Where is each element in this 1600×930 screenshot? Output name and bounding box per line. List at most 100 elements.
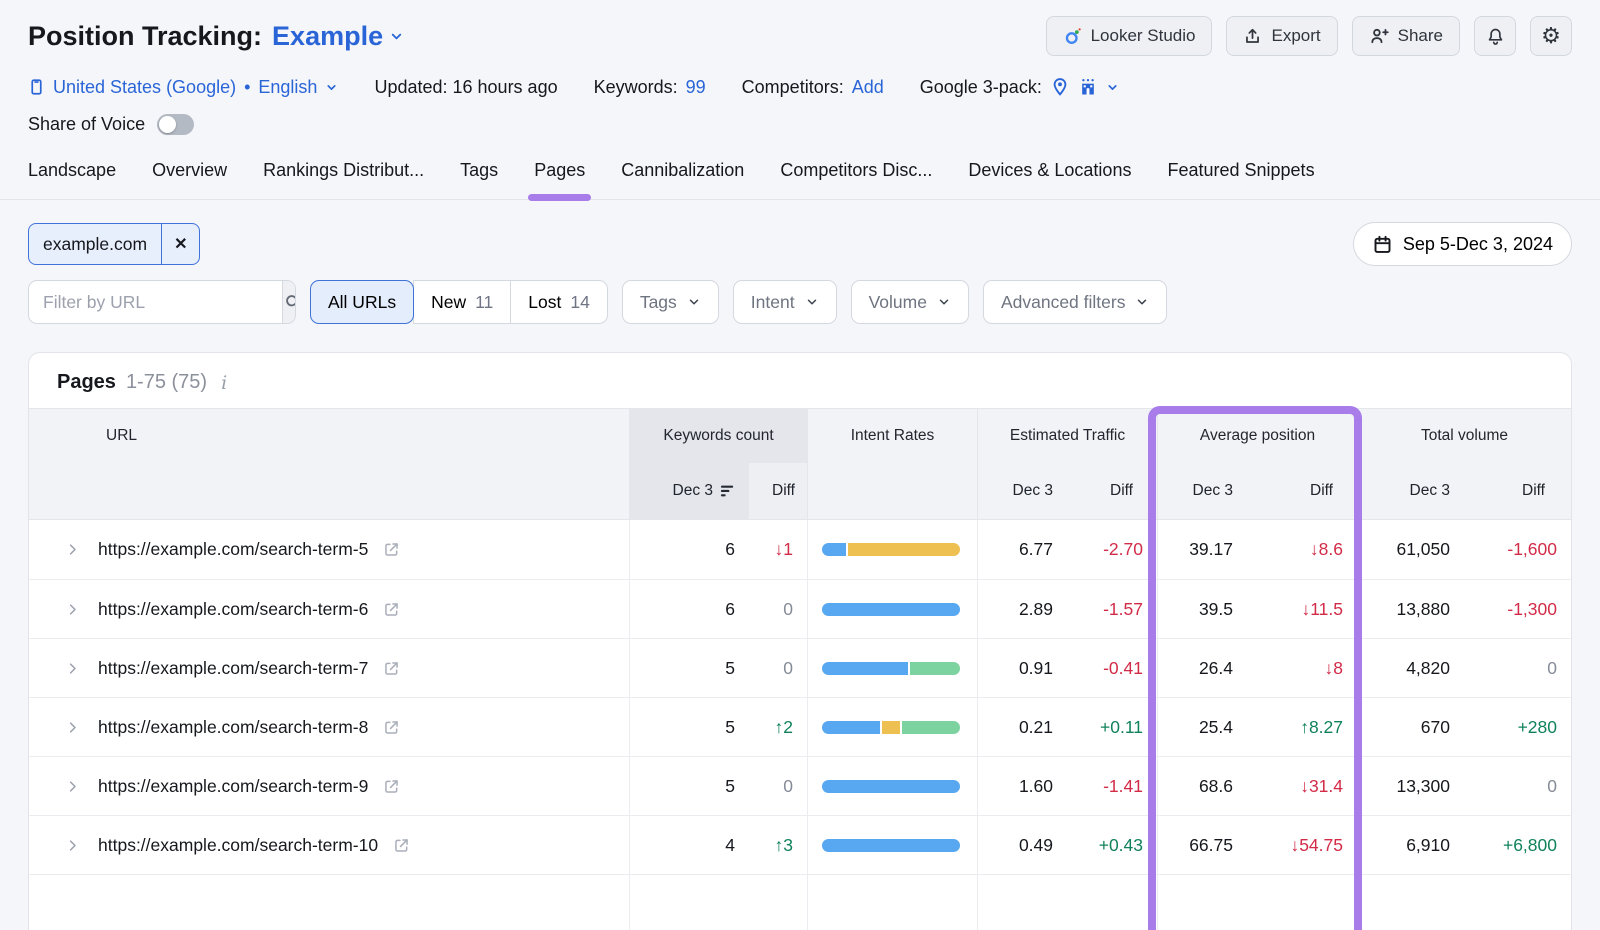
total-volume-value: 670	[1357, 698, 1464, 756]
chip-remove-button[interactable]: ✕	[161, 224, 199, 264]
project-selector[interactable]: Example	[272, 16, 404, 56]
dropdown-label: Volume	[869, 292, 927, 313]
url-filter-input[interactable]	[29, 281, 282, 323]
traffic-date-header[interactable]: Dec 3	[977, 463, 1067, 519]
keywords-count-value: 5	[629, 698, 749, 756]
chevron-down-icon[interactable]	[1106, 81, 1119, 94]
dropdown-advanced-filters[interactable]: Advanced filters	[983, 280, 1168, 324]
share-of-voice-toggle[interactable]	[157, 114, 194, 135]
url-state-segmented-control: All URLsNew11Lost14	[310, 280, 608, 324]
updated-status: Updated: 16 hours ago	[374, 77, 557, 98]
chevron-down-icon	[325, 81, 338, 94]
export-button[interactable]: Export	[1226, 16, 1337, 56]
segment-lost[interactable]: Lost14	[510, 280, 608, 324]
page-url-link[interactable]: https://example.com/search-term-7	[98, 658, 368, 679]
position-date-header[interactable]: Dec 3	[1157, 463, 1247, 519]
total-volume-value: 4,820	[1357, 639, 1464, 697]
column-header-intent-rates: Intent Rates	[807, 409, 977, 463]
expand-row-icon[interactable]	[65, 720, 80, 735]
expand-row-icon[interactable]	[65, 602, 80, 617]
page-url-link[interactable]: https://example.com/search-term-6	[98, 599, 368, 620]
tab-landscape[interactable]: Landscape	[28, 160, 116, 199]
expand-row-icon[interactable]	[65, 838, 80, 853]
date-range-picker[interactable]: Sep 5-Dec 3, 2024	[1353, 222, 1572, 266]
external-link-icon[interactable]	[382, 777, 401, 796]
tab-pages[interactable]: Pages	[534, 160, 585, 199]
notifications-button[interactable]	[1474, 16, 1516, 56]
chip-label: example.com	[29, 224, 161, 264]
dropdown-intent[interactable]: Intent	[733, 280, 837, 324]
tab-label: Landscape	[28, 160, 116, 180]
bullet: •	[244, 77, 250, 98]
keywords-diff-value: 0	[749, 757, 807, 815]
expand-row-icon[interactable]	[65, 779, 80, 794]
share-button[interactable]: Share	[1352, 16, 1460, 56]
segment-count: 14	[570, 292, 589, 313]
keywords-date-sort-header[interactable]: Dec 3	[629, 463, 749, 519]
average-position-value: 66.75	[1157, 816, 1247, 874]
average-position-value: 68.6	[1157, 757, 1247, 815]
pages-table-card: Pages 1-75 (75) i URL Keywords count Int…	[28, 352, 1572, 930]
segment-all-urls[interactable]: All URLs	[310, 280, 414, 324]
keywords-value-link[interactable]: 99	[686, 77, 706, 98]
external-link-icon[interactable]	[392, 836, 411, 855]
info-icon[interactable]: i	[217, 372, 231, 394]
calendar-icon	[1372, 234, 1393, 255]
local-business-icon[interactable]	[1078, 77, 1098, 97]
table-title: Pages	[57, 371, 116, 394]
intent-rates-cell	[807, 520, 977, 579]
intent-segment-green	[902, 721, 960, 734]
external-link-icon[interactable]	[382, 659, 401, 678]
expand-row-icon[interactable]	[65, 542, 80, 557]
estimated-traffic-diff: +0.43	[1067, 816, 1157, 874]
total-volume-diff: +280	[1464, 698, 1571, 756]
export-icon	[1243, 27, 1262, 46]
url-cell: https://example.com/search-term-9	[29, 757, 629, 815]
chevron-down-icon	[805, 295, 819, 309]
keywords-diff-header[interactable]: Diff	[749, 463, 807, 519]
tab-label: Pages	[534, 160, 585, 180]
looker-studio-button[interactable]: Looker Studio	[1046, 16, 1213, 56]
traffic-diff-header[interactable]: Diff	[1067, 463, 1157, 519]
dropdown-volume[interactable]: Volume	[851, 280, 969, 324]
location-pin-icon[interactable]	[1050, 77, 1070, 97]
page-url-link[interactable]: https://example.com/search-term-5	[98, 539, 368, 560]
page-url-link[interactable]: https://example.com/search-term-9	[98, 776, 368, 797]
tab-cannibalization[interactable]: Cannibalization	[621, 160, 744, 199]
volume-diff-header[interactable]: Diff	[1464, 463, 1571, 519]
table-row: https://example.com/search-term-56↓16.77…	[29, 520, 1571, 579]
expand-row-icon[interactable]	[65, 661, 80, 676]
tab-overview[interactable]: Overview	[152, 160, 227, 199]
page-url-link[interactable]: https://example.com/search-term-10	[98, 835, 378, 856]
estimated-traffic-diff: -2.70	[1067, 520, 1157, 579]
total-volume-value: 13,880	[1357, 580, 1464, 638]
tab-tags[interactable]: Tags	[460, 160, 498, 199]
tab-rankings-distribut[interactable]: Rankings Distribut...	[263, 160, 424, 199]
settings-button[interactable]: ⚙	[1530, 16, 1572, 56]
dropdown-tags[interactable]: Tags	[622, 280, 719, 324]
segment-new[interactable]: New11	[413, 280, 511, 324]
filter-toolbar: All URLsNew11Lost14 Tags Intent Volume Adva…	[0, 280, 1600, 324]
intent-rates-cell	[807, 698, 977, 756]
page-url-link[interactable]: https://example.com/search-term-8	[98, 717, 368, 738]
search-icon	[283, 292, 296, 312]
tab-devices-locations[interactable]: Devices & Locations	[968, 160, 1131, 199]
tab-featured-snippets[interactable]: Featured Snippets	[1167, 160, 1314, 199]
volume-date-header[interactable]: Dec 3	[1357, 463, 1464, 519]
external-link-icon[interactable]	[382, 600, 401, 619]
intent-sub-header	[807, 463, 977, 519]
competitors-add-link[interactable]: Add	[852, 77, 884, 98]
search-button[interactable]	[282, 281, 296, 323]
tab-label: Overview	[152, 160, 227, 180]
intent-rates-cell	[807, 757, 977, 815]
average-position-diff: ↓54.75	[1247, 816, 1357, 874]
location-language-selector[interactable]: United States (Google) • English	[28, 77, 338, 98]
keywords-diff-value: ↑2	[749, 698, 807, 756]
tab-competitors-disc[interactable]: Competitors Disc...	[780, 160, 932, 199]
url-filter-chip: example.com ✕	[28, 223, 200, 265]
external-link-icon[interactable]	[382, 718, 401, 737]
position-diff-header[interactable]: Diff	[1247, 463, 1357, 519]
external-link-icon[interactable]	[382, 540, 401, 559]
average-position-diff: ↓31.4	[1247, 757, 1357, 815]
estimated-traffic-diff: -0.41	[1067, 639, 1157, 697]
